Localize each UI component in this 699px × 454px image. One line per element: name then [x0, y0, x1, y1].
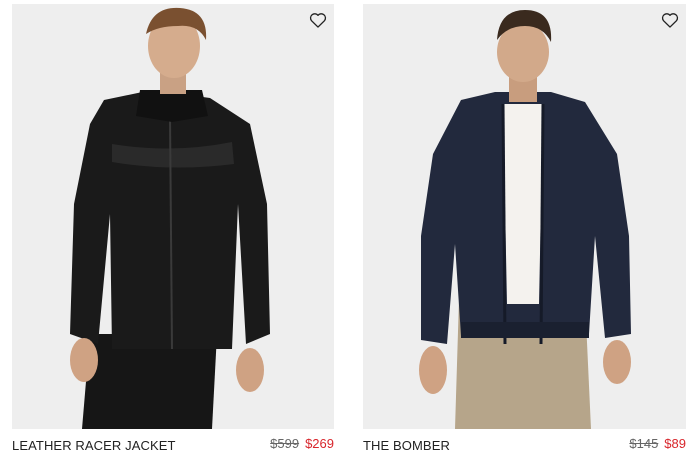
- heart-outline-icon[interactable]: [308, 10, 328, 30]
- original-price: $145: [629, 436, 659, 451]
- sale-price: $269: [305, 436, 334, 451]
- product-card[interactable]: LEATHER RACER JACKET $599 $269: [12, 4, 334, 453]
- product-info: THE BOMBER $145 $89: [363, 429, 686, 453]
- product-info: LEATHER RACER JACKET $599 $269: [12, 429, 334, 453]
- leather-jacket-photo: [12, 4, 334, 429]
- original-price: $599: [270, 436, 300, 451]
- bomber-jacket-photo: [363, 4, 686, 429]
- product-card[interactable]: THE BOMBER $145 $89: [363, 4, 686, 453]
- product-image[interactable]: [363, 4, 686, 429]
- product-price: $145 $89: [629, 436, 686, 451]
- product-image[interactable]: [12, 4, 334, 429]
- heart-outline-icon[interactable]: [660, 10, 680, 30]
- product-grid: LEATHER RACER JACKET $599 $269 THE BOMBE…: [0, 0, 699, 454]
- product-name[interactable]: LEATHER RACER JACKET: [12, 438, 176, 453]
- sale-price: $89: [664, 436, 686, 451]
- product-price: $599 $269: [270, 436, 334, 451]
- product-name[interactable]: THE BOMBER: [363, 438, 450, 453]
